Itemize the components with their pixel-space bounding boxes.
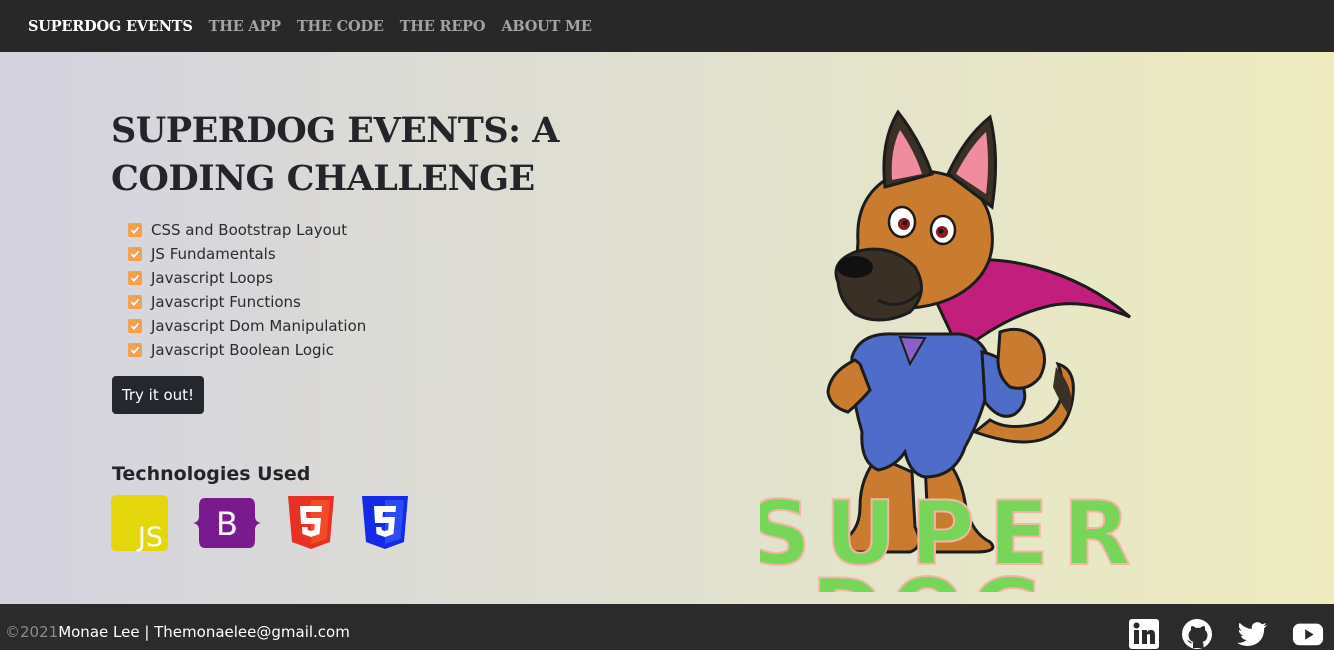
logo-text-dog: DOG [811,560,1049,592]
top-navbar: SUPERDOG EVENTS THE APP THE CODE THE REP… [0,0,1334,52]
list-item: Javascript Loops [128,266,366,290]
nav-link-the-app[interactable]: THE APP [209,18,281,35]
linkedin-icon[interactable] [1128,618,1160,650]
nav-link-the-repo[interactable]: THE REPO [400,18,486,35]
technologies-heading: Technologies Used [112,463,311,485]
feature-label: Javascript Loops [151,269,274,287]
feature-list: CSS and Bootstrap Layout JS Fundamentals… [128,218,366,362]
list-item: JS Fundamentals [128,242,366,266]
feature-label: Javascript Dom Manipulation [151,317,367,335]
checkbox-icon [128,319,142,333]
superdog-logo: SUPER DOG [760,109,1132,592]
youtube-icon[interactable] [1292,618,1324,650]
feature-label: Javascript Functions [151,293,301,311]
checkbox-icon [128,223,142,237]
hero-section: SUPERDOG EVENTS: A CODING CHALLENGE CSS … [0,52,1334,604]
page-footer: ©2021Monae Lee | Themonaelee@gmail.com [0,604,1334,650]
checkbox-icon [128,295,142,309]
list-item: Javascript Dom Manipulation [128,314,366,338]
nav-link-about-me[interactable]: ABOUT ME [501,18,592,35]
try-it-out-button[interactable]: Try it out! [112,376,204,414]
svg-text:JS: JS [136,522,163,552]
github-icon[interactable] [1181,618,1213,650]
copyright-year: ©2021 [5,623,59,641]
checkbox-icon [128,247,142,261]
feature-label: CSS and Bootstrap Layout [151,221,348,239]
nav-link-the-code[interactable]: THE CODE [297,18,384,35]
svg-text:B: B [216,505,238,543]
feature-label: JS Fundamentals [151,245,276,263]
html5-icon [288,496,334,549]
list-item: CSS and Bootstrap Layout [128,218,366,242]
list-item: Javascript Functions [128,290,366,314]
checkbox-icon [128,271,142,285]
twitter-icon[interactable] [1236,618,1268,650]
bootstrap-icon: B [193,498,261,548]
page-title: SUPERDOG EVENTS: A CODING CHALLENGE [111,110,559,199]
author-contact: Monae Lee | Themonaelee@gmail.com [58,623,350,641]
footer-credits: ©2021Monae Lee | Themonaelee@gmail.com [5,623,350,641]
js-icon: JS [111,495,168,552]
nav-brand[interactable]: SUPERDOG EVENTS [28,18,193,35]
checkbox-icon [128,343,142,357]
feature-label: Javascript Boolean Logic [151,341,334,359]
css3-icon [362,496,408,549]
list-item: Javascript Boolean Logic [128,338,366,362]
